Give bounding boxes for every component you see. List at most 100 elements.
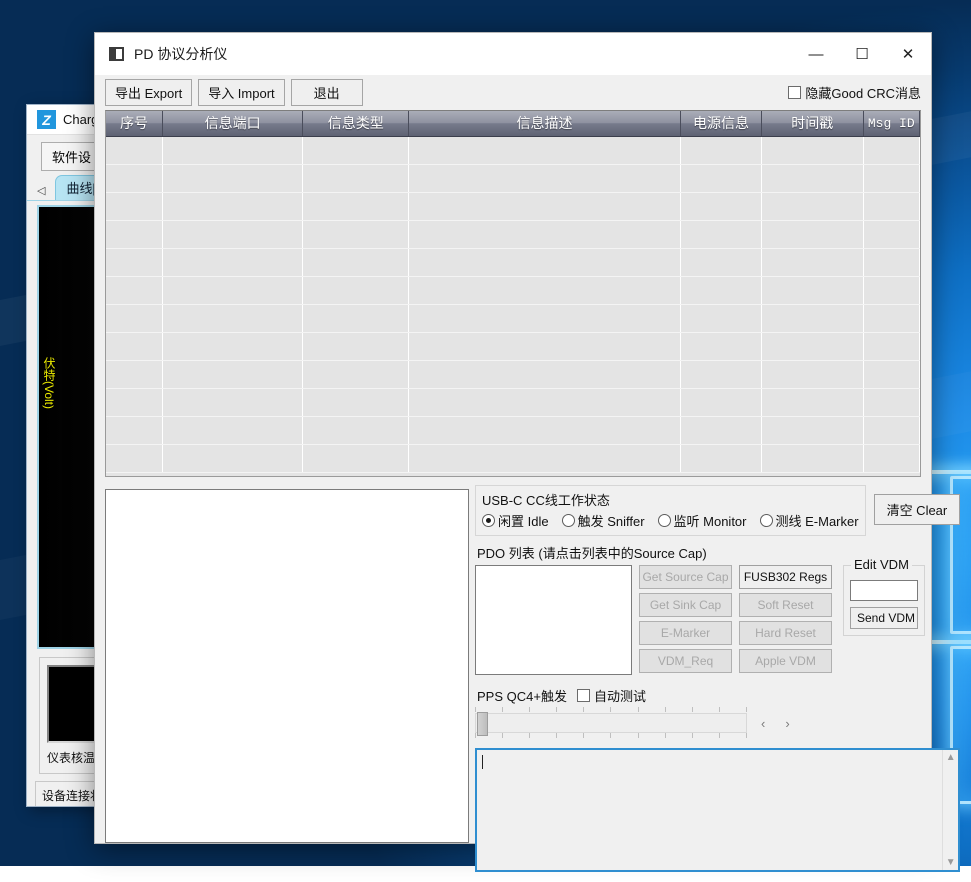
table-row[interactable] xyxy=(106,332,920,360)
cc-mode-radio-3[interactable]: 测线 E-Marker xyxy=(760,511,859,530)
software-settings-button[interactable]: 软件设 xyxy=(41,142,102,171)
table-cell xyxy=(162,164,303,192)
tab-scroll-left-icon[interactable]: ◁ xyxy=(37,184,45,200)
table-cell xyxy=(761,332,863,360)
maximize-button[interactable]: ☐ xyxy=(839,33,885,75)
table-column-header[interactable]: Msg ID xyxy=(863,111,919,136)
table-column-header[interactable]: 序号 xyxy=(106,111,162,136)
minimize-button[interactable]: — xyxy=(793,33,839,75)
import-button[interactable]: 导入 Import xyxy=(198,79,284,106)
slider-tick xyxy=(529,733,530,738)
apple-vdm-button: Apple VDM xyxy=(739,649,832,673)
table-cell xyxy=(863,276,919,304)
table-row[interactable] xyxy=(106,192,920,220)
slider-tick xyxy=(475,733,476,738)
table-cell xyxy=(303,276,409,304)
slider-track[interactable] xyxy=(475,713,747,733)
table-cell xyxy=(303,136,409,164)
table-cell xyxy=(409,332,681,360)
table-row[interactable] xyxy=(106,444,920,472)
slider-tick xyxy=(638,707,639,712)
table-row[interactable] xyxy=(106,388,920,416)
table-column-header[interactable]: 电源信息 xyxy=(680,111,761,136)
table-cell xyxy=(409,360,681,388)
message-table-body[interactable] xyxy=(106,136,920,472)
table-row[interactable] xyxy=(106,276,920,304)
vdm-input[interactable] xyxy=(850,580,918,601)
slider-tick xyxy=(583,733,584,738)
table-cell xyxy=(106,248,162,276)
table-column-header[interactable]: 信息端口 xyxy=(162,111,303,136)
edit-vdm-group: Edit VDM Send VDM xyxy=(843,565,925,636)
hide-good-crc-label: 隐藏Good CRC消息 xyxy=(805,83,921,102)
slider-tick xyxy=(719,707,720,712)
table-cell xyxy=(680,192,761,220)
table-column-header[interactable]: 信息类型 xyxy=(303,111,409,136)
message-table-header: 序号信息端口信息类型信息描述电源信息时间戳Msg ID xyxy=(106,111,920,136)
slider-tick xyxy=(610,707,611,712)
pd-toolbar: 导出 Export 导入 Import 退出 隐藏Good CRC消息 xyxy=(95,75,931,110)
hard-reset-button: Hard Reset xyxy=(739,621,832,645)
pdo-list[interactable] xyxy=(475,565,632,675)
slider-tick xyxy=(556,733,557,738)
pd-controls-column: USB-C CC线工作状态 闲置 Idle触发 Sniffer监听 Monito… xyxy=(475,485,960,872)
console-output[interactable]: ▲ ▼ xyxy=(475,748,960,872)
table-row[interactable] xyxy=(106,360,920,388)
table-cell xyxy=(761,220,863,248)
export-button[interactable]: 导出 Export xyxy=(105,79,192,106)
edit-vdm-group-title: Edit VDM xyxy=(851,557,912,572)
table-column-header[interactable]: 信息描述 xyxy=(409,111,681,136)
close-button[interactable]: ✕ xyxy=(885,33,931,75)
table-column-header[interactable]: 时间戳 xyxy=(761,111,863,136)
table-row[interactable] xyxy=(106,136,920,164)
cc-mode-radio-1[interactable]: 触发 Sniffer xyxy=(562,511,645,530)
pdo-button-column-1: Get Source CapGet Sink CapE-MarkerVDM_Re… xyxy=(639,565,732,673)
table-cell xyxy=(863,360,919,388)
cc-mode-radio-2[interactable]: 监听 Monitor xyxy=(658,511,747,530)
send-vdm-button[interactable]: Send VDM xyxy=(850,607,918,629)
pd-window-titlebar[interactable]: PD 协议分析仪 — ☐ ✕ xyxy=(95,33,931,75)
table-cell xyxy=(680,332,761,360)
table-cell xyxy=(106,388,162,416)
table-cell xyxy=(106,220,162,248)
log-panel[interactable] xyxy=(105,489,469,843)
table-row[interactable] xyxy=(106,220,920,248)
app-icon xyxy=(109,47,124,61)
table-cell xyxy=(303,220,409,248)
console-scrollbar[interactable]: ▲ ▼ xyxy=(942,750,958,870)
table-row[interactable] xyxy=(106,248,920,276)
exit-button[interactable]: 退出 xyxy=(291,79,363,106)
pd-analyzer-window[interactable]: PD 协议分析仪 — ☐ ✕ 导出 Export 导入 Import 退出 隐藏… xyxy=(94,32,932,844)
console-text-area[interactable] xyxy=(477,750,942,870)
slider-prev-button[interactable]: ‹ xyxy=(755,716,771,731)
cc-mode-radio-group[interactable]: 闲置 Idle 触发 Sniffer 监听 Monitor 测线 E-Marker xyxy=(482,511,859,530)
table-row[interactable] xyxy=(106,304,920,332)
scroll-up-icon[interactable]: ▲ xyxy=(946,752,956,763)
checkbox-icon xyxy=(788,86,801,99)
clear-button[interactable]: 清空 Clear xyxy=(874,494,961,525)
table-cell xyxy=(680,248,761,276)
auto-test-checkbox[interactable]: 自动测试 xyxy=(577,686,646,705)
slider-tick xyxy=(583,707,584,712)
table-cell xyxy=(106,332,162,360)
table-row[interactable] xyxy=(106,416,920,444)
slider-thumb[interactable] xyxy=(477,712,488,736)
table-row[interactable] xyxy=(106,164,920,192)
pps-row: PPS QC4+触发 自动测试 xyxy=(477,686,960,705)
slider-tick xyxy=(692,707,693,712)
message-table-container[interactable]: 序号信息端口信息类型信息描述电源信息时间戳Msg ID xyxy=(105,110,921,477)
cc-mode-label: 触发 Sniffer xyxy=(578,511,645,530)
slider-tick xyxy=(746,733,747,738)
scroll-down-icon[interactable]: ▼ xyxy=(946,857,956,868)
fusb302-regs-button[interactable]: FUSB302 Regs xyxy=(739,565,832,589)
table-cell xyxy=(863,248,919,276)
slider-next-button[interactable]: › xyxy=(779,716,795,731)
slider-tick xyxy=(502,707,503,712)
pps-slider[interactable] xyxy=(475,707,747,739)
table-cell xyxy=(863,192,919,220)
cc-mode-radio-0[interactable]: 闲置 Idle xyxy=(482,511,549,530)
table-cell xyxy=(162,388,303,416)
table-cell xyxy=(409,248,681,276)
hide-good-crc-checkbox[interactable]: 隐藏Good CRC消息 xyxy=(788,83,921,102)
table-cell xyxy=(863,220,919,248)
